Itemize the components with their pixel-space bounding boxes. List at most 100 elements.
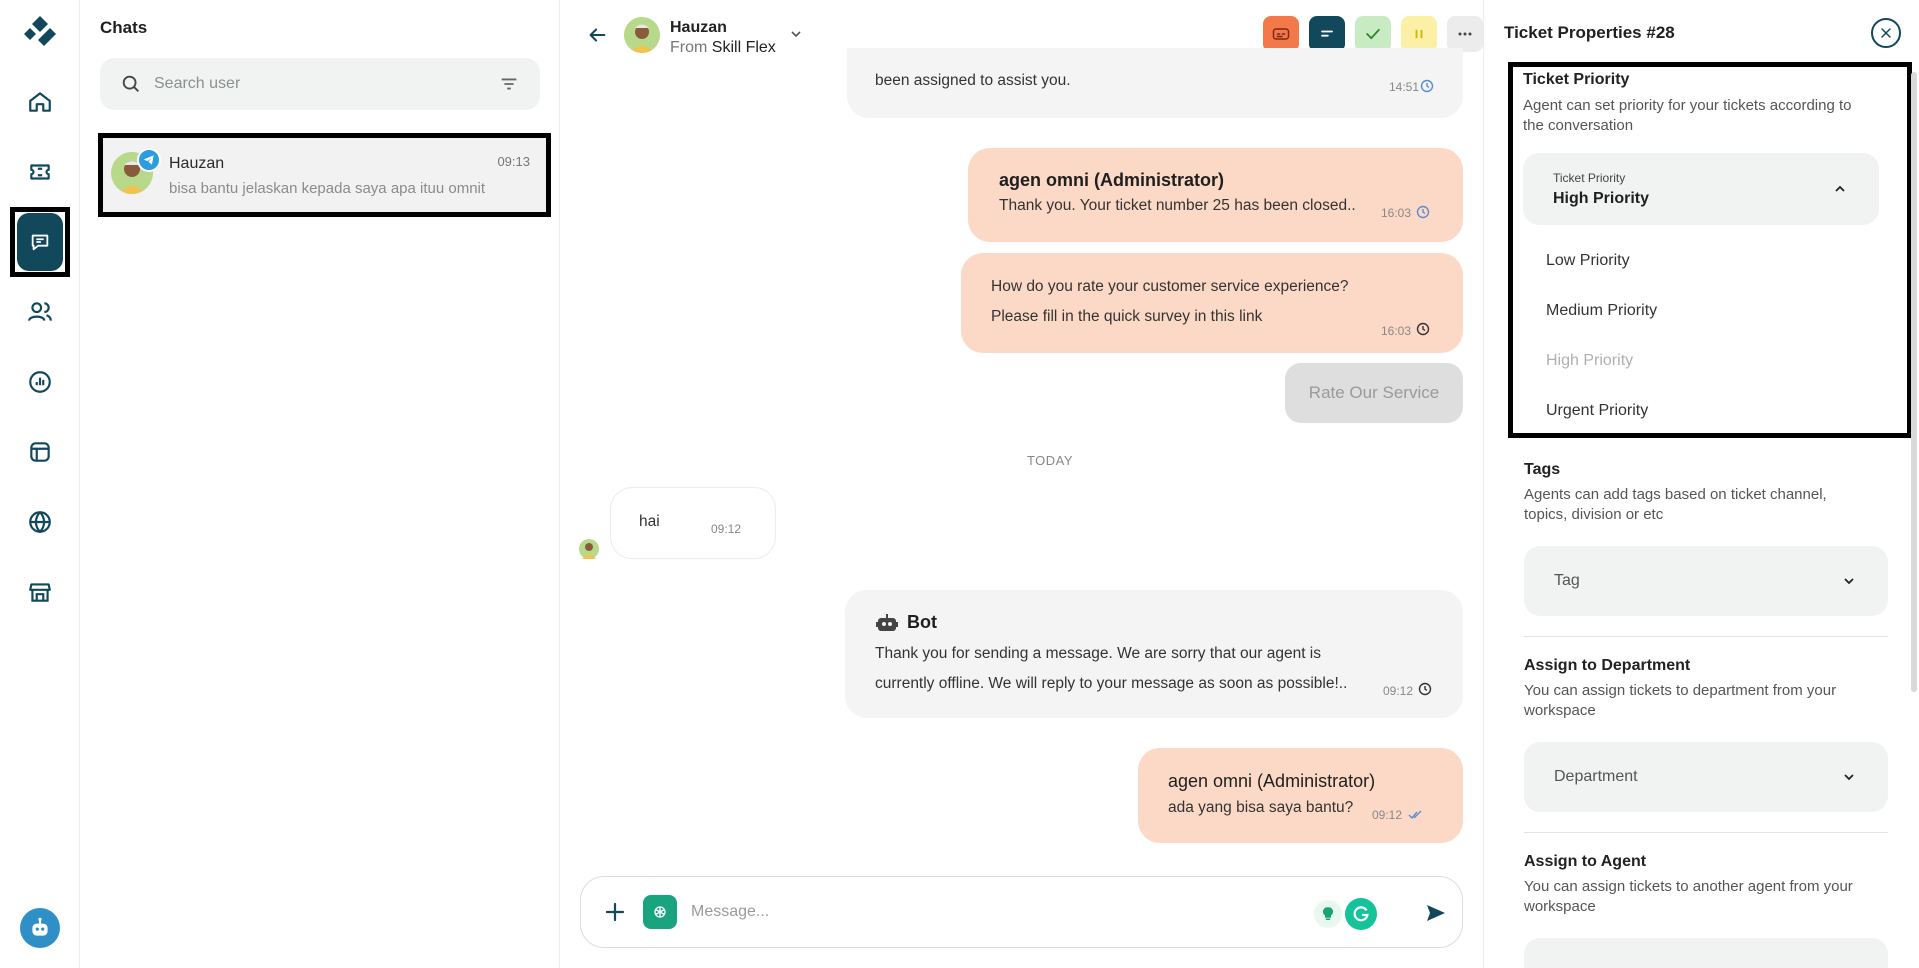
clock-icon bbox=[1416, 322, 1430, 336]
nav-reports[interactable] bbox=[0, 354, 80, 410]
agent-title: Assign to Agent bbox=[1524, 853, 1647, 870]
chat-icon bbox=[31, 234, 49, 251]
more-button[interactable] bbox=[1447, 16, 1483, 52]
chevron-up-icon bbox=[1835, 185, 1845, 192]
search-bar bbox=[100, 58, 540, 110]
close-button[interactable] bbox=[1871, 18, 1901, 48]
users-icon bbox=[28, 302, 52, 322]
robot-icon bbox=[876, 614, 898, 631]
message-sender: agen omni (Administrator) bbox=[999, 170, 1225, 190]
search-input[interactable] bbox=[154, 75, 498, 93]
lines-icon bbox=[1321, 30, 1333, 37]
chevron-down-icon[interactable] bbox=[790, 28, 802, 40]
message-text: hai bbox=[639, 513, 660, 530]
clock-icon bbox=[1416, 205, 1430, 219]
priority-select[interactable]: Ticket Priority High Priority bbox=[1523, 153, 1879, 225]
subtitle-button[interactable] bbox=[1263, 16, 1299, 52]
ticket-icon bbox=[30, 164, 50, 180]
select-label: Ticket Priority bbox=[1553, 171, 1626, 185]
nav-chats[interactable] bbox=[0, 196, 80, 288]
contact-avatar-small bbox=[579, 539, 599, 559]
message-text: How do you rate your customer service ex… bbox=[991, 278, 1349, 295]
more-icon bbox=[1458, 32, 1472, 36]
globe-icon bbox=[29, 511, 51, 534]
resolve-button[interactable] bbox=[1355, 16, 1391, 52]
send-icon[interactable] bbox=[1424, 901, 1448, 925]
divider bbox=[1524, 832, 1888, 833]
priority-option-medium[interactable]: Medium Priority bbox=[1546, 302, 1657, 320]
chart-icon bbox=[29, 371, 51, 393]
section-description: Agent can set priority for your tickets … bbox=[1523, 97, 1852, 114]
header-actions bbox=[1263, 16, 1483, 52]
date-divider: TODAY bbox=[1026, 453, 1074, 468]
chat-time: 09:13 bbox=[497, 154, 530, 169]
close-icon bbox=[1881, 28, 1891, 38]
contact-avatar bbox=[624, 17, 660, 53]
from-source: Skill Flex bbox=[711, 39, 776, 56]
select-placeholder: Tag bbox=[1554, 572, 1580, 589]
robot-icon bbox=[32, 917, 48, 936]
message-text: ada yang bisa saya bantu? bbox=[1168, 799, 1354, 816]
priority-option-urgent[interactable]: Urgent Priority bbox=[1546, 402, 1648, 420]
priority-option-high[interactable]: High Priority bbox=[1546, 352, 1633, 370]
message-bubble: been assigned to assist you. 14:51 bbox=[847, 48, 1463, 118]
message-input[interactable] bbox=[691, 895, 1291, 929]
nav-rail bbox=[0, 0, 80, 968]
department-title: Assign to Department bbox=[1524, 657, 1691, 674]
user-avatar[interactable] bbox=[20, 908, 60, 948]
caption-icon bbox=[1272, 28, 1290, 40]
message-bubble: agen omni (Administrator) Thank you. You… bbox=[968, 148, 1463, 242]
agent-description: workspace bbox=[1524, 898, 1596, 915]
message-time: 09:12 bbox=[1383, 684, 1414, 698]
pause-icon bbox=[1415, 29, 1423, 39]
nav-channels[interactable] bbox=[0, 494, 80, 550]
chat-list-title: Chats bbox=[100, 18, 148, 37]
telegram-icon bbox=[137, 148, 161, 172]
check-icon bbox=[1366, 28, 1380, 40]
department-description: workspace bbox=[1524, 702, 1596, 719]
back-arrow-icon[interactable] bbox=[586, 24, 608, 46]
nav-tickets[interactable] bbox=[0, 144, 80, 200]
lightbulb-icon[interactable] bbox=[1314, 900, 1342, 928]
message-bubble: Bot Thank you for sending a message. We … bbox=[845, 590, 1463, 718]
logo-icon[interactable] bbox=[22, 14, 58, 50]
rate-service-button[interactable]: Rate Our Service bbox=[1285, 363, 1463, 423]
message-time: 09:12 bbox=[711, 522, 742, 536]
message-text: Please fill in the quick survey in this … bbox=[991, 308, 1263, 325]
nav-contacts[interactable] bbox=[0, 284, 80, 340]
tags-description: Agents can add tags based on ticket chan… bbox=[1524, 486, 1827, 503]
nav-home[interactable] bbox=[0, 74, 80, 130]
nav-templates[interactable] bbox=[0, 424, 80, 480]
priority-option-low[interactable]: Low Priority bbox=[1546, 252, 1630, 270]
department-select[interactable]: Department bbox=[1524, 742, 1888, 812]
filter-icon[interactable] bbox=[498, 73, 520, 95]
ai-assist-icon[interactable] bbox=[643, 895, 677, 929]
chevron-down-icon bbox=[1844, 578, 1854, 585]
plus-icon[interactable] bbox=[603, 900, 627, 924]
store-icon bbox=[29, 583, 51, 602]
select-placeholder: Department bbox=[1554, 768, 1638, 785]
agent-select[interactable] bbox=[1524, 938, 1888, 968]
tag-select[interactable]: Tag bbox=[1524, 546, 1888, 616]
message-sender: Bot bbox=[907, 612, 937, 632]
message-text: been assigned to assist you. bbox=[875, 72, 1071, 89]
chevron-down-icon bbox=[1844, 774, 1854, 781]
message-text: currently offline. We will reply to your… bbox=[875, 675, 1348, 692]
from-prefix: From bbox=[670, 39, 708, 56]
pause-button[interactable] bbox=[1401, 16, 1437, 52]
clock-icon bbox=[1418, 682, 1432, 696]
nav-store[interactable] bbox=[0, 564, 80, 620]
chat-list-item[interactable]: Hauzan 09:13 bisa bantu jelaskan kepada … bbox=[98, 133, 551, 217]
search-icon bbox=[122, 75, 139, 92]
message-sender: agen omni (Administrator) bbox=[1168, 771, 1376, 791]
grammarly-icon[interactable] bbox=[1345, 898, 1377, 930]
contact-source: From Skill Flex bbox=[670, 39, 776, 57]
message-text: Thank you. Your ticket number 25 has bee… bbox=[999, 197, 1356, 214]
tags-description: topics, division or etc bbox=[1524, 506, 1664, 523]
notes-button[interactable] bbox=[1309, 16, 1345, 52]
message-bubble: hai 09:12 bbox=[610, 487, 776, 559]
section-description: the conversation bbox=[1523, 117, 1634, 134]
message-bubble: How do you rate your customer service ex… bbox=[961, 253, 1463, 353]
layout-icon bbox=[30, 442, 50, 462]
panel-scrollbar[interactable] bbox=[1911, 72, 1917, 692]
